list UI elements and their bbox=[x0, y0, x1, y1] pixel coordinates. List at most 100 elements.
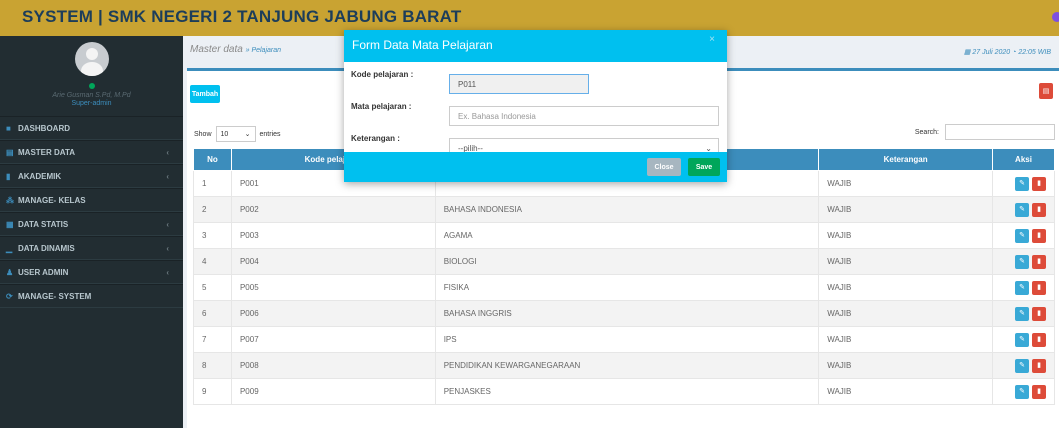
user-panel: Arie Gusman S.Pd, M.Pd Super-admin bbox=[0, 36, 183, 116]
form-row-kode: Kode pelajaran : P011 bbox=[344, 70, 727, 94]
table-row: 6 P006 BAHASA INGGRIS WAJIB ✎ ▮ bbox=[193, 300, 1055, 327]
sidebar-item-manage-system[interactable]: ⟳ MANAGE- SYSTEM bbox=[0, 284, 183, 308]
cell-kode: P002 bbox=[230, 196, 436, 223]
sidebar-item-label: MANAGE- SYSTEM bbox=[18, 291, 92, 301]
trash-icon[interactable]: ▮ bbox=[1032, 306, 1046, 321]
sidebar-item-data-dinamis[interactable]: ▁ DATA DINAMIS ‹ bbox=[0, 236, 183, 260]
table-row: 4 P004 BIOLOGI WAJIB ✎ ▮ bbox=[193, 248, 1055, 275]
database-icon: ▤ bbox=[6, 147, 14, 157]
edit-icon[interactable]: ✎ bbox=[1015, 280, 1029, 295]
cell-no: 5 bbox=[193, 274, 232, 301]
cell-mapel: AGAMA bbox=[434, 222, 820, 249]
users-icon: ♟ bbox=[6, 267, 14, 277]
table-row: 8 P008 PENDIDIKAN KEWARGANEGARAAN WAJIB ✎ ▮ bbox=[193, 352, 1055, 379]
search-input[interactable] bbox=[945, 124, 1055, 140]
trash-icon[interactable]: ▮ bbox=[1032, 202, 1046, 217]
trash-icon[interactable]: ▮ bbox=[1032, 254, 1046, 269]
cell-aksi: ✎ ▮ bbox=[992, 222, 1055, 249]
trash-icon[interactable]: ▮ bbox=[1032, 176, 1046, 191]
sidebar-item-master-data[interactable]: ▤ MASTER DATA ‹ bbox=[0, 140, 183, 164]
cell-no: 2 bbox=[193, 196, 232, 223]
edit-icon[interactable]: ✎ bbox=[1015, 202, 1029, 217]
sidebar-item-data-statis[interactable]: ▦ DATA STATIS ‹ bbox=[0, 212, 183, 236]
cell-keterangan: WAJIB bbox=[818, 170, 993, 197]
refresh-icon: ⟳ bbox=[6, 291, 13, 301]
table-row: 2 P002 BAHASA INDONESIA WAJIB ✎ ▮ bbox=[193, 196, 1055, 223]
cell-keterangan: WAJIB bbox=[818, 352, 993, 379]
close-icon[interactable]: × bbox=[709, 34, 715, 45]
form-modal: Form Data Mata Pelajaran × Kode pelajara… bbox=[344, 30, 727, 182]
trash-icon[interactable]: ▮ bbox=[1032, 228, 1046, 243]
chevron-left-icon: ‹ bbox=[166, 243, 169, 253]
cell-mapel: BAHASA INDONESIA bbox=[434, 196, 820, 223]
cell-mapel: PENJASKES bbox=[434, 378, 820, 405]
sidebar-item-akademik[interactable]: ▮ AKADEMIK ‹ bbox=[0, 164, 183, 188]
close-button[interactable]: Close bbox=[647, 158, 681, 176]
cell-no: 9 bbox=[193, 378, 232, 405]
save-button[interactable]: Save bbox=[688, 158, 720, 176]
cell-no: 6 bbox=[193, 300, 232, 327]
cell-keterangan: WAJIB bbox=[818, 248, 993, 275]
breadcrumb: Master data » Pelajaran bbox=[190, 44, 282, 55]
edit-icon[interactable]: ✎ bbox=[1015, 306, 1029, 321]
trash-icon[interactable]: ▮ bbox=[1032, 358, 1046, 373]
table-row: 3 P003 AGAMA WAJIB ✎ ▮ bbox=[193, 222, 1055, 249]
app-title: SYSTEM | SMK NEGERI 2 TANJUNG JABUNG BAR… bbox=[22, 7, 462, 26]
edit-icon[interactable]: ✎ bbox=[1015, 254, 1029, 269]
avatar bbox=[75, 42, 109, 76]
column-header-keterangan[interactable]: Keterangan bbox=[818, 148, 993, 171]
cell-keterangan: WAJIB bbox=[818, 196, 993, 223]
cell-no: 4 bbox=[193, 248, 232, 275]
mapel-label: Mata pelajaran : bbox=[351, 102, 412, 111]
sidebar-item-label: DATA DINAMIS bbox=[18, 243, 75, 253]
cell-aksi: ✎ ▮ bbox=[992, 326, 1055, 353]
chevron-left-icon: ‹ bbox=[166, 267, 169, 277]
entries-label: entries bbox=[259, 130, 281, 138]
breadcrumb-main[interactable]: Master data bbox=[190, 44, 243, 55]
pdf-export-icon[interactable]: ▤ bbox=[1039, 83, 1053, 99]
sidebar-item-label: DASHBOARD bbox=[18, 123, 70, 133]
edit-icon[interactable]: ✎ bbox=[1015, 332, 1029, 347]
sidebar-item-label: MASTER DATA bbox=[18, 147, 76, 157]
book-icon: ▮ bbox=[6, 171, 11, 181]
gear-icon[interactable] bbox=[1052, 12, 1059, 22]
cell-no: 1 bbox=[193, 170, 232, 197]
edit-icon[interactable]: ✎ bbox=[1015, 176, 1029, 191]
cell-kode: P009 bbox=[230, 378, 436, 405]
cell-aksi: ✎ ▮ bbox=[992, 378, 1055, 405]
kode-field[interactable]: P011 bbox=[449, 74, 589, 94]
sidebar-item-label: USER ADMIN bbox=[18, 267, 69, 277]
cell-kode: P003 bbox=[230, 222, 436, 249]
chevron-left-icon: ‹ bbox=[166, 171, 169, 181]
show-label: Show bbox=[194, 130, 212, 138]
mapel-field[interactable]: Ex. Bahasa Indonesia bbox=[449, 106, 719, 126]
keterangan-label: Keterangan : bbox=[351, 134, 400, 143]
column-header-no[interactable]: No bbox=[193, 148, 232, 171]
chart-icon: ▁ bbox=[6, 243, 13, 253]
cell-kode: P005 bbox=[230, 274, 436, 301]
cell-no: 7 bbox=[193, 326, 232, 353]
kode-label: Kode pelajaran : bbox=[351, 70, 414, 79]
cell-keterangan: WAJIB bbox=[818, 274, 993, 301]
sidebar-item-dashboard[interactable]: ■ DASHBOARD bbox=[0, 116, 183, 140]
modal-title: Form Data Mata Pelajaran bbox=[352, 38, 493, 52]
cell-aksi: ✎ ▮ bbox=[992, 274, 1055, 301]
cell-kode: P007 bbox=[230, 326, 436, 353]
column-header-aksi[interactable]: Aksi bbox=[992, 148, 1055, 171]
sidebar-item-manage-kelas[interactable]: ⁂ MANAGE- KELAS bbox=[0, 188, 183, 212]
date-text: 27 Juli 2020 bbox=[972, 49, 1011, 56]
edit-icon[interactable]: ✎ bbox=[1015, 358, 1029, 373]
entries-select[interactable]: 10 ⌄ bbox=[215, 126, 256, 142]
cell-mapel: FISIKA bbox=[434, 274, 820, 301]
sidebar-item-user-admin[interactable]: ♟ USER ADMIN ‹ bbox=[0, 260, 183, 284]
cell-kode: P004 bbox=[230, 248, 436, 275]
trash-icon[interactable]: ▮ bbox=[1032, 332, 1046, 347]
add-button[interactable]: Tambah bbox=[190, 85, 220, 103]
entries-control: Show 10 ⌄ entries bbox=[194, 126, 281, 142]
cell-keterangan: WAJIB bbox=[818, 300, 993, 327]
trash-icon[interactable]: ▮ bbox=[1032, 384, 1046, 399]
edit-icon[interactable]: ✎ bbox=[1015, 384, 1029, 399]
edit-icon[interactable]: ✎ bbox=[1015, 228, 1029, 243]
cell-keterangan: WAJIB bbox=[818, 378, 993, 405]
trash-icon[interactable]: ▮ bbox=[1032, 280, 1046, 295]
